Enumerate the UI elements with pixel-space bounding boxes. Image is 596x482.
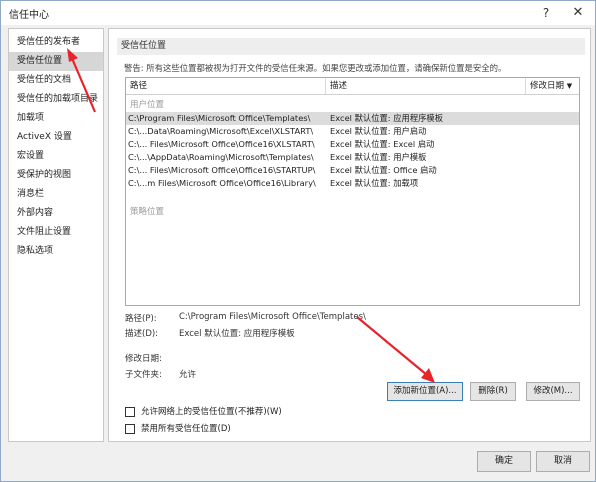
table-row[interactable]: C:\...\AppData\Roaming\Microsoft\Templat… (126, 151, 579, 164)
sidebar-item-trusted-publishers[interactable]: 受信任的发布者 (9, 33, 103, 52)
sort-down-icon: ▼ (566, 82, 573, 90)
window-title: 信任中心 (9, 10, 49, 21)
sidebar-item-external-content[interactable]: 外部内容 (9, 204, 103, 223)
row-description: Excel 默认位置: 应用程序模板 (330, 113, 444, 123)
sidebar-item-trusted-documents[interactable]: 受信任的文档 (9, 71, 103, 90)
sidebar-item-activex[interactable]: ActiveX 设置 (9, 128, 103, 147)
trusted-locations-list[interactable]: 路径 描述 修改日期 ▼ 用户位置 C:\Program Files\Micro… (125, 77, 580, 306)
modify-button[interactable]: 修改(M)... (526, 382, 580, 401)
row-path: C:\...Data\Roaming\Microsoft\Excel\XLSTA… (128, 126, 314, 136)
trust-center-dialog: 信任中心 ? ✕ 受信任的发布者 受信任位置 受信任的文档 受信任的加载项目录 … (0, 0, 596, 482)
ok-button[interactable]: 确定 (477, 451, 531, 472)
sidebar: 受信任的发布者 受信任位置 受信任的文档 受信任的加载项目录 加载项 Activ… (8, 28, 104, 442)
help-icon[interactable]: ? (531, 1, 561, 25)
sidebar-item-message-bar[interactable]: 消息栏 (9, 185, 103, 204)
detail-description-value: Excel 默认位置: 应用程序模板 (179, 329, 295, 339)
allow-network-label: 允许网络上的受信任位置(不推荐)(W) (141, 407, 282, 417)
column-header-path[interactable]: 路径 (126, 78, 326, 94)
section-title: 受信任位置 (117, 38, 585, 55)
row-description: Excel 默认位置: Office 启动 (330, 165, 437, 175)
row-path: C:\...\AppData\Roaming\Microsoft\Templat… (128, 152, 314, 162)
sidebar-item-macro-settings[interactable]: 宏设置 (9, 147, 103, 166)
table-row[interactable]: C:\...Data\Roaming\Microsoft\Excel\XLSTA… (126, 125, 579, 138)
sidebar-item-trusted-locations[interactable]: 受信任位置 (9, 52, 103, 71)
warning-text: 警告: 所有这些位置都被视为打开文件的受信任来源。如果您更改或添加位置，请确保新… (124, 63, 507, 73)
detail-subfolder-value: 允许 (179, 370, 197, 380)
column-header-description[interactable]: 描述 (326, 78, 526, 94)
column-header-modified-label: 修改日期 (530, 81, 565, 91)
disable-all-label: 禁用所有受信任位置(D) (141, 424, 231, 434)
group-label-policy: 策略位置 (130, 207, 165, 217)
row-description: Excel 默认位置: Excel 启动 (330, 139, 435, 149)
detail-path-label: 路径(P): (125, 314, 157, 324)
table-row[interactable]: C:\... Files\Microsoft Office\Office16\S… (126, 164, 579, 177)
column-header-modified[interactable]: 修改日期 ▼ (526, 78, 579, 94)
sidebar-item-file-block[interactable]: 文件阻止设置 (9, 223, 103, 242)
cancel-button[interactable]: 取消 (536, 451, 590, 472)
close-icon[interactable]: ✕ (563, 1, 593, 25)
detail-path-value: C:\Program Files\Microsoft Office\Templa… (179, 312, 366, 322)
row-path: C:\... Files\Microsoft Office\Office16\X… (128, 139, 315, 149)
remove-button[interactable]: 删除(R) (470, 382, 516, 401)
group-label-user: 用户位置 (130, 100, 165, 110)
row-description: Excel 默认位置: 用户启动 (330, 126, 427, 136)
detail-modified-label: 修改日期: (125, 354, 162, 364)
row-path: C:\... Files\Microsoft Office\Office16\S… (128, 165, 316, 175)
detail-description-label: 描述(D): (125, 329, 159, 339)
sidebar-item-privacy[interactable]: 隐私选项 (9, 242, 103, 261)
row-path: C:\...m Files\Microsoft Office\Office16\… (128, 178, 316, 188)
table-row[interactable]: C:\... Files\Microsoft Office\Office16\X… (126, 138, 579, 151)
row-description: Excel 默认位置: 用户模板 (330, 152, 427, 162)
row-path: C:\Program Files\Microsoft Office\Templa… (128, 113, 311, 123)
sidebar-item-addins[interactable]: 加载项 (9, 109, 103, 128)
table-row[interactable]: C:\Program Files\Microsoft Office\Templa… (126, 112, 579, 125)
main-panel: 受信任位置 警告: 所有这些位置都被视为打开文件的受信任来源。如果您更改或添加位… (108, 28, 591, 442)
title-bar: 信任中心 ? ✕ (1, 1, 595, 25)
row-description: Excel 默认位置: 加载项 (330, 178, 419, 188)
sidebar-item-protected-view[interactable]: 受保护的视图 (9, 166, 103, 185)
disable-all-checkbox[interactable] (125, 424, 135, 434)
list-header: 路径 描述 修改日期 ▼ (126, 78, 579, 95)
add-location-button[interactable]: 添加新位置(A)... (387, 382, 463, 401)
sidebar-item-trusted-addin-catalogs[interactable]: 受信任的加载项目录 (9, 90, 103, 109)
detail-subfolder-label: 子文件夹: (125, 370, 162, 380)
allow-network-checkbox[interactable] (125, 407, 135, 417)
table-row[interactable]: C:\...m Files\Microsoft Office\Office16\… (126, 177, 579, 190)
